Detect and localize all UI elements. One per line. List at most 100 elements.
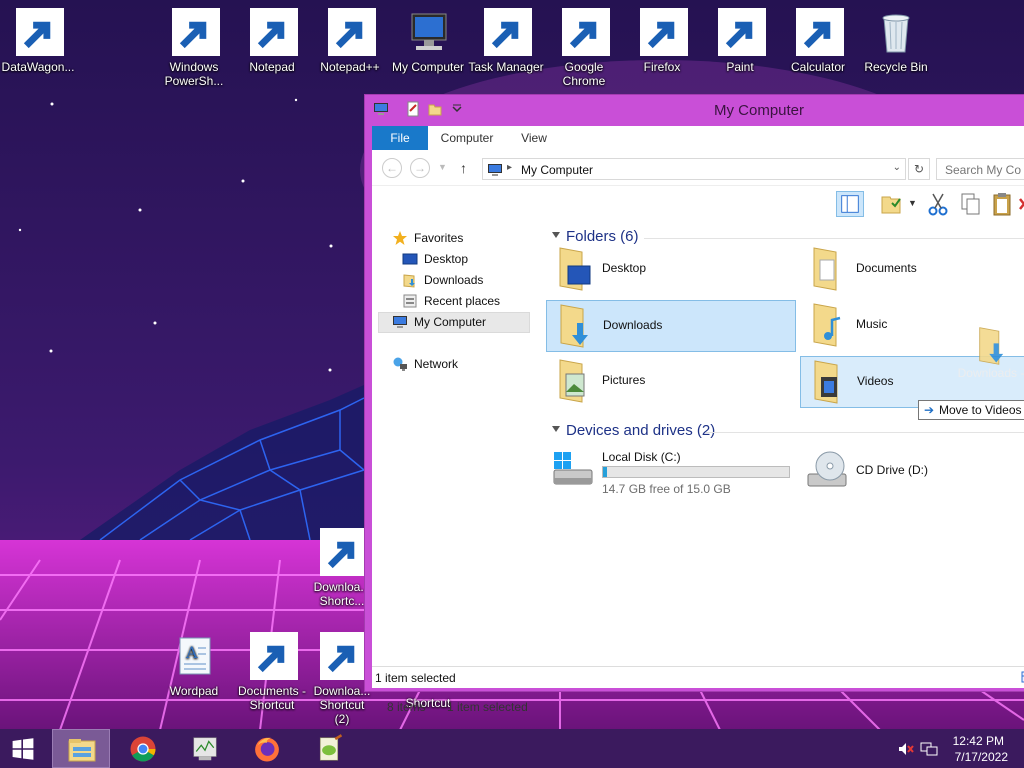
desktop-icon-documents-shortcut[interactable]: Documents - Shortcut bbox=[234, 632, 310, 712]
desktop-icon-downloads-shortcut-2[interactable]: Downloa... Shortcut (2) bbox=[312, 632, 372, 726]
folder-desktop[interactable]: Desktop bbox=[546, 244, 796, 296]
desktop-icon-recycle-bin[interactable]: Recycle Bin bbox=[858, 8, 934, 74]
address-dropdown-icon[interactable]: ⌄ bbox=[893, 162, 901, 173]
command-toolbar: ▼ bbox=[372, 186, 1024, 222]
desktop-icon-paint[interactable]: Paint bbox=[702, 8, 778, 74]
explorer-window[interactable]: My Computer File Computer View ← → ▼ ↑ ▸… bbox=[364, 94, 1024, 714]
shortcut-arrow-icon bbox=[640, 8, 688, 56]
desktop-icon-datawagon[interactable]: DataWagon... bbox=[0, 8, 76, 74]
up-button[interactable]: ↑ bbox=[460, 160, 467, 176]
title-bar[interactable]: My Computer bbox=[365, 95, 1024, 125]
desktop-icon-label: Notepad++ bbox=[320, 60, 380, 74]
divider bbox=[706, 432, 1024, 433]
downloads-folder-icon bbox=[403, 274, 415, 288]
drive-local-disk-c[interactable]: Local Disk (C:) 14.7 GB free of 15.0 GB bbox=[550, 446, 800, 498]
tab-computer[interactable]: Computer bbox=[432, 126, 502, 150]
clock-date[interactable]: 7/17/2022 bbox=[955, 750, 1008, 764]
taskbar-notepad-plus-plus[interactable] bbox=[300, 729, 358, 768]
network-icon bbox=[393, 357, 407, 371]
navigation-bar: ← → ▼ ↑ ▸ My Computer ⌄ ↻ Search My Co bbox=[372, 150, 1024, 186]
folder-pictures[interactable]: Pictures bbox=[546, 356, 796, 408]
folders-group-header[interactable]: Folders (6) bbox=[552, 228, 639, 245]
desktop-icon-calculator[interactable]: Calculator bbox=[780, 8, 856, 74]
shortcut-arrow-icon bbox=[328, 8, 376, 56]
nav-label: Downloads bbox=[424, 273, 484, 287]
taskbar-chrome[interactable] bbox=[114, 729, 172, 768]
taskbar-firefox[interactable] bbox=[238, 729, 296, 768]
breadcrumb-separator-icon[interactable]: ▸ bbox=[507, 162, 512, 173]
drive-cd-d[interactable]: CD Drive (D:) bbox=[804, 446, 1004, 498]
desktop-icon-wordpad[interactable]: A Wordpad bbox=[156, 632, 232, 698]
delete-icon[interactable] bbox=[1018, 191, 1024, 217]
refresh-button[interactable]: ↻ bbox=[908, 158, 930, 180]
shortcut-arrow-icon bbox=[250, 632, 298, 680]
chevron-down-icon[interactable]: ▼ bbox=[908, 198, 917, 208]
folder-label: Music bbox=[856, 317, 888, 331]
pictures-folder-icon bbox=[559, 359, 585, 403]
network-status-icon[interactable] bbox=[920, 741, 938, 757]
shortcut-arrow-icon bbox=[562, 8, 610, 56]
taskbar-task-manager[interactable] bbox=[176, 729, 234, 768]
start-button[interactable] bbox=[0, 729, 48, 768]
drive-free-space: 14.7 GB free of 15.0 GB bbox=[602, 482, 731, 496]
desktop-icon-powershell[interactable]: Windows PowerSh... bbox=[156, 8, 232, 88]
firefox-icon bbox=[255, 737, 279, 762]
desktop-icon-label: Task Manager bbox=[468, 60, 544, 74]
nav-label: Network bbox=[414, 357, 459, 371]
desktop-icon-downloads-shortcut[interactable]: Downloa... Shortc... bbox=[312, 528, 372, 608]
documents-folder-icon bbox=[813, 247, 837, 291]
nav-label: My Computer bbox=[414, 315, 487, 329]
item-count: 8 items bbox=[387, 700, 426, 714]
desktop-icon-label: Calculator bbox=[790, 60, 846, 74]
desktop-icon-chrome[interactable]: Google Chrome bbox=[546, 8, 622, 88]
preview-pane-icon[interactable] bbox=[836, 191, 864, 217]
paste-icon[interactable] bbox=[988, 191, 1016, 217]
devices-group-header[interactable]: Devices and drives (2) bbox=[552, 422, 715, 439]
desktop-icon-label: Recycle Bin bbox=[864, 60, 928, 74]
desktop-icon-label: My Computer bbox=[391, 60, 465, 74]
videos-folder-icon bbox=[814, 360, 838, 404]
forward-button[interactable]: → bbox=[410, 158, 430, 178]
hard-drive-icon bbox=[553, 452, 593, 485]
svg-text:A: A bbox=[185, 643, 198, 662]
ribbon-tabs: File Computer View bbox=[372, 126, 1024, 150]
speaker-muted-icon[interactable] bbox=[898, 741, 914, 757]
clock-time[interactable]: 12:42 PM bbox=[953, 734, 1004, 748]
status-bar: 1 item selected bbox=[372, 666, 1024, 688]
folder-label: Videos bbox=[857, 374, 894, 388]
drive-usage-fill bbox=[603, 467, 607, 477]
search-input[interactable]: Search My Co bbox=[936, 158, 1024, 180]
desktop-icon-task-manager[interactable]: Task Manager bbox=[468, 8, 544, 74]
cut-icon[interactable] bbox=[924, 191, 952, 217]
desktop-icon-firefox[interactable]: Firefox bbox=[624, 8, 700, 74]
status-text: 1 item selected bbox=[375, 671, 456, 685]
nav-label: Recent places bbox=[424, 294, 501, 308]
desktop-icon-notepad[interactable]: Notepad bbox=[234, 8, 310, 74]
desktop-icon bbox=[402, 253, 418, 265]
windows-logo-icon bbox=[12, 738, 34, 760]
chevron-down-icon bbox=[552, 232, 560, 238]
folder-options-icon[interactable] bbox=[878, 191, 906, 217]
back-button[interactable]: ← bbox=[382, 158, 402, 178]
folder-documents[interactable]: Documents bbox=[800, 244, 1024, 296]
music-folder-icon bbox=[813, 303, 841, 347]
recent-locations-chevron-icon[interactable]: ▼ bbox=[438, 162, 447, 172]
nav-label: Favorites bbox=[414, 231, 464, 245]
copy-icon[interactable] bbox=[956, 191, 984, 217]
navigation-pane: Favorites Desktop Downloads Recent place… bbox=[372, 222, 538, 652]
shortcut-arrow-icon bbox=[796, 8, 844, 56]
status-counts: 8 items 1 item selected bbox=[387, 700, 528, 714]
main-pane: Folders (6) Desktop Documents Downloads … bbox=[544, 222, 1024, 662]
desktop-icon-my-computer[interactable]: My Computer bbox=[390, 8, 466, 74]
taskbar: 12:42 PM 7/17/2022 bbox=[0, 729, 1024, 768]
taskbar-file-explorer[interactable] bbox=[52, 729, 110, 768]
tab-view[interactable]: View bbox=[506, 126, 562, 150]
drag-tooltip-text: Move to Videos bbox=[939, 403, 1022, 417]
drag-ghost-label: Downloads - bbox=[957, 366, 1024, 380]
group-header-label: Folders (6) bbox=[566, 228, 639, 245]
desktop-icon-notepad-plus-plus[interactable]: Notepad++ bbox=[312, 8, 388, 74]
address-bar[interactable]: ▸ My Computer ⌄ bbox=[482, 158, 906, 180]
tab-file[interactable]: File bbox=[372, 126, 428, 150]
notepad-plus-plus-icon bbox=[319, 734, 343, 761]
folder-downloads[interactable]: Downloads bbox=[546, 300, 796, 352]
